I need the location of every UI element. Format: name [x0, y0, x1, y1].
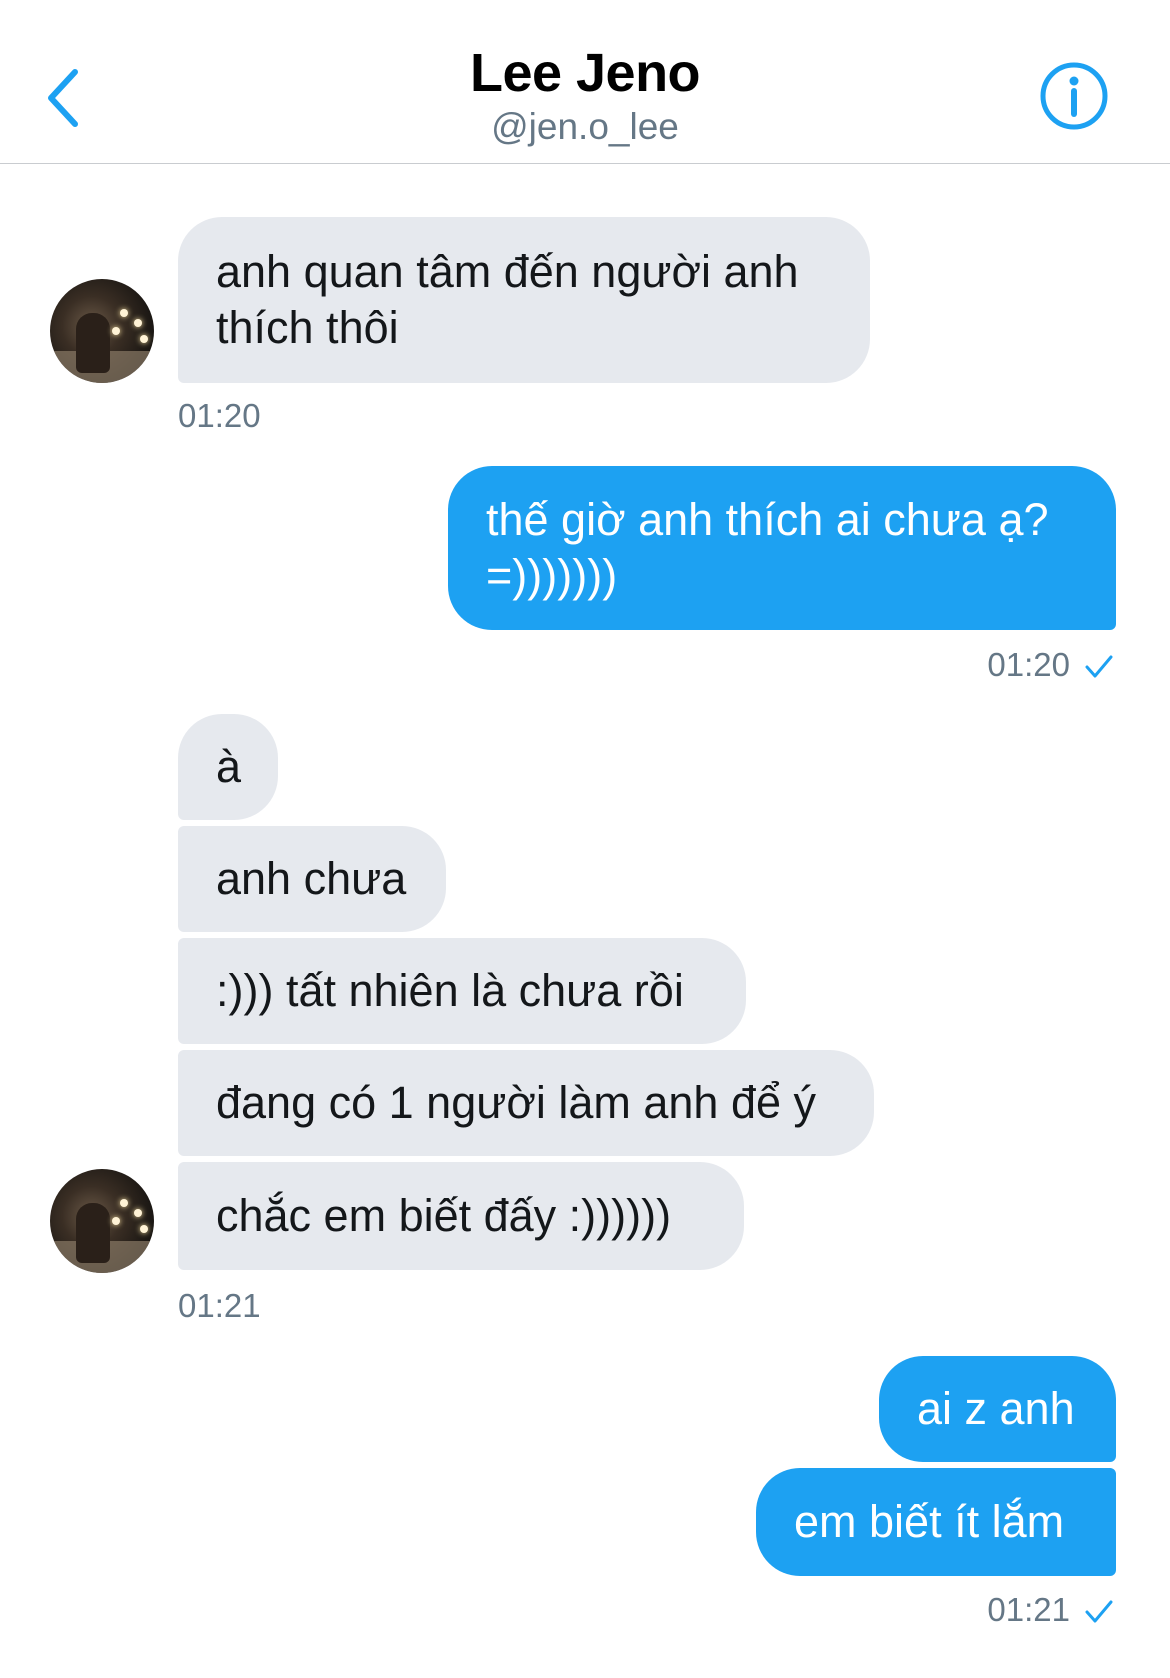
contact-name[interactable]: Lee Jeno — [0, 42, 1170, 104]
message-text: :))) tất nhiên là chưa rồi — [216, 965, 684, 1016]
message-bubble-incoming[interactable]: anh quan tâm đến người anh thích thôi — [178, 217, 870, 383]
message-text: à — [216, 741, 242, 792]
message-text: ai z anh — [917, 1383, 1075, 1434]
contact-handle[interactable]: @jen.o_lee — [0, 106, 1170, 148]
message-timestamp: 01:21 — [178, 1287, 261, 1324]
message-bubble-incoming[interactable]: à — [178, 714, 278, 820]
message-text: em biết ít lắm — [794, 1496, 1065, 1547]
message-bubble-outgoing[interactable]: ai z anh — [879, 1356, 1116, 1462]
message-text: thế giờ anh thích ai chưa ạ? =))))))) — [486, 494, 1049, 601]
conversation-header: Lee Jeno @jen.o_lee — [0, 0, 1170, 164]
message-timestamp: 01:20 — [987, 646, 1070, 683]
message-text: chắc em biết đấy :)))))) — [216, 1190, 672, 1241]
info-button[interactable] — [1038, 60, 1110, 132]
message-bubble-outgoing[interactable]: thế giờ anh thích ai chưa ạ? =))))))) — [448, 466, 1116, 630]
message-bubble-outgoing[interactable]: em biết ít lắm — [756, 1468, 1116, 1576]
message-bubble-incoming[interactable]: :))) tất nhiên là chưa rồi — [178, 938, 746, 1044]
message-timestamp: 01:21 — [987, 1591, 1070, 1628]
checkmark-icon — [1085, 1600, 1113, 1623]
info-icon — [1040, 62, 1108, 130]
message-timestamp-row: 01:21 — [987, 1591, 1114, 1629]
message-bubble-incoming[interactable]: anh chưa — [178, 826, 446, 932]
avatar[interactable] — [50, 279, 154, 383]
message-text: anh quan tâm đến người anh thích thôi — [216, 246, 799, 353]
message-text: đang có 1 người làm anh để ý — [216, 1077, 817, 1128]
checkmark-icon — [1085, 655, 1113, 678]
message-text: anh chưa — [216, 853, 407, 904]
message-bubble-incoming[interactable]: chắc em biết đấy :)))))) — [178, 1162, 744, 1270]
avatar[interactable] — [50, 1169, 154, 1273]
message-bubble-incoming[interactable]: đang có 1 người làm anh để ý — [178, 1050, 874, 1156]
message-timestamp: 01:20 — [178, 397, 261, 434]
message-timestamp-row: 01:20 — [987, 646, 1114, 684]
